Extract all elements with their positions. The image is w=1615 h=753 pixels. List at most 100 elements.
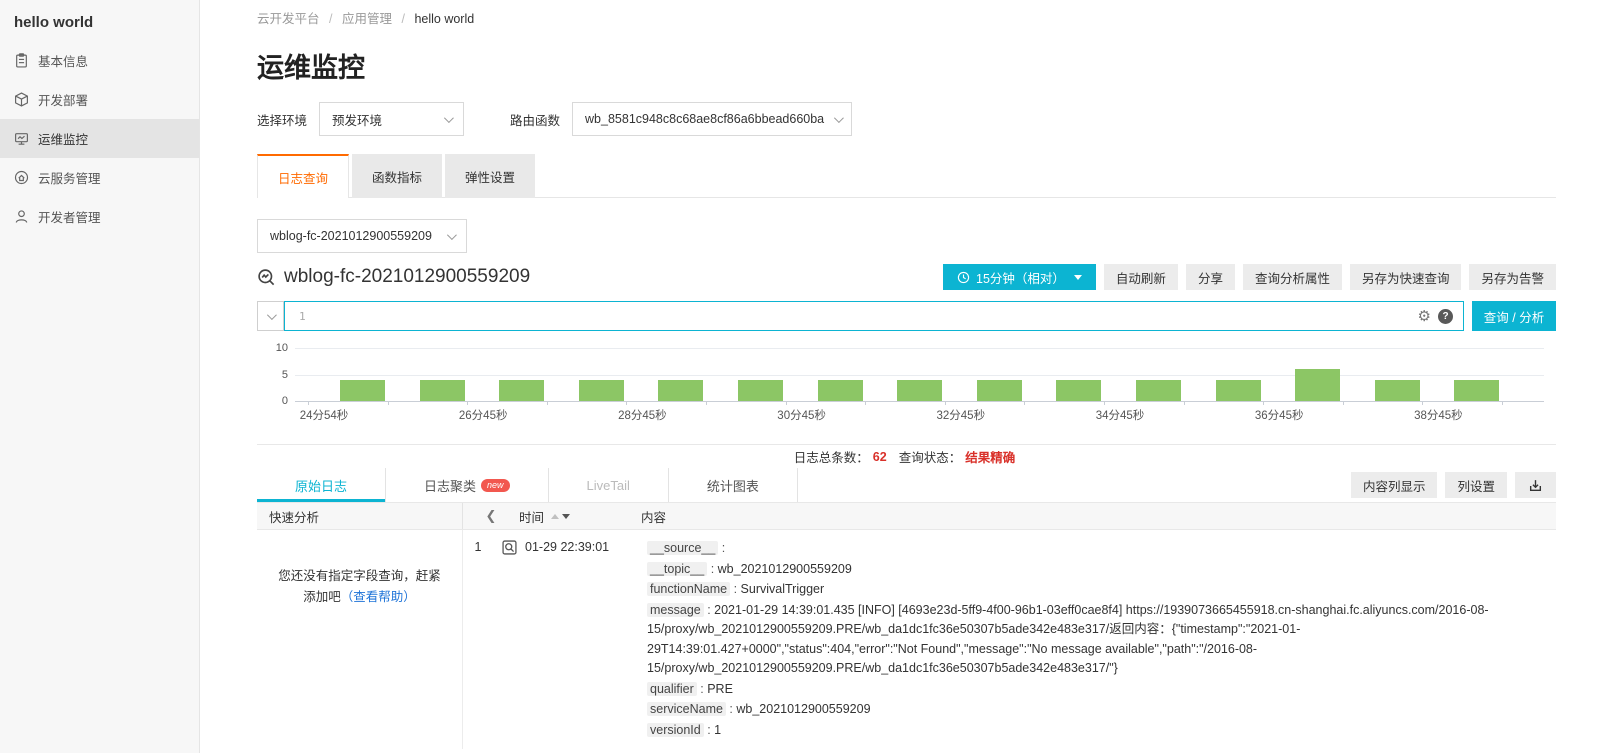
histogram-bar[interactable] xyxy=(1056,380,1101,401)
sidebar-item-label: 开发部署 xyxy=(38,90,88,109)
breadcrumb-separator: / xyxy=(401,12,404,26)
field-key[interactable]: qualifier xyxy=(647,682,697,696)
histogram-bar[interactable] xyxy=(1216,380,1261,401)
log-query-panel: wblog-fc-2021012900559209 15分钟（相对） 自动刷新 … xyxy=(257,262,1556,749)
breadcrumb-item-platform[interactable]: 云开发平台 xyxy=(257,12,320,26)
histogram-bar[interactable] xyxy=(340,380,385,401)
sort-asc-icon[interactable] xyxy=(551,514,559,519)
histogram-bar[interactable] xyxy=(1136,380,1181,401)
result-actions: 内容列显示 列设置 xyxy=(1343,472,1556,498)
time-range-button[interactable]: 15分钟（相对） xyxy=(943,264,1096,290)
x-axis-tick xyxy=(1502,401,1503,405)
query-analysis-props-button[interactable]: 查询分析属性 xyxy=(1243,264,1342,290)
histogram-bar[interactable] xyxy=(1454,380,1499,401)
search-analyze-button[interactable]: 查询 / 分析 xyxy=(1472,301,1556,331)
content-column-display-button[interactable]: 内容列显示 xyxy=(1351,472,1438,498)
save-alert-button[interactable]: 另存为告警 xyxy=(1469,264,1556,290)
result-tab-bar: 原始日志 日志聚类 new LiveTail 统计图表 内容列显示 列设置 xyxy=(257,468,1556,502)
gridline xyxy=(295,375,1544,376)
time-range-label: 15分钟（相对） xyxy=(976,268,1065,287)
sidebar-item-basic-info[interactable]: 基本信息 xyxy=(0,41,199,80)
chevron-down-icon xyxy=(267,310,277,320)
breadcrumb-separator: / xyxy=(329,12,332,26)
x-axis-tick xyxy=(1184,401,1185,405)
app-root: hello world 基本信息 开发部署 运维监控 xyxy=(0,0,1615,753)
query-state-label: 查询状态： xyxy=(899,447,962,466)
row-inspect-icon[interactable] xyxy=(502,540,517,555)
gear-icon[interactable]: ⚙ xyxy=(1418,309,1431,324)
view-help-link[interactable]: （查看帮助） xyxy=(341,590,416,604)
route-function-select[interactable]: wb_8581c948c8c68ae8cf86a6bbead660ba xyxy=(572,102,852,136)
sidebar-item-deploy[interactable]: 开发部署 xyxy=(0,80,199,119)
clipboard-icon xyxy=(14,53,29,68)
new-badge: new xyxy=(481,479,510,492)
x-axis-tick xyxy=(1104,401,1105,405)
download-icon xyxy=(1528,478,1543,493)
log-histogram-chart: 051024分54秒26分45秒28分45秒30分45秒32分45秒34分45秒… xyxy=(257,340,1556,428)
breadcrumb-item-app-management[interactable]: 应用管理 xyxy=(342,12,392,26)
x-axis-tick xyxy=(547,401,548,405)
sidebar-item-cloud-service[interactable]: 云服务管理 xyxy=(0,158,199,197)
share-button[interactable]: 分享 xyxy=(1186,264,1235,290)
x-axis-tick xyxy=(786,401,787,405)
tab-function-metrics[interactable]: 函数指标 xyxy=(352,154,442,198)
sidebar-item-monitoring[interactable]: 运维监控 xyxy=(0,119,199,158)
tab-log-clustering[interactable]: 日志聚类 new xyxy=(386,468,549,502)
histogram-bar[interactable] xyxy=(658,380,703,401)
field-key[interactable]: message xyxy=(647,603,704,617)
histogram-bar[interactable] xyxy=(977,380,1022,401)
column-settings-button[interactable]: 列设置 xyxy=(1445,472,1507,498)
x-axis-tick xyxy=(1422,401,1423,405)
chart-plot: 051024分54秒26分45秒28分45秒30分45秒32分45秒34分45秒… xyxy=(295,348,1544,402)
tab-label: LiveTail xyxy=(587,478,630,493)
env-select[interactable]: 预发环境 xyxy=(319,102,464,136)
logstore-select[interactable]: wblog-fc-2021012900559209 xyxy=(257,219,467,253)
time-header-label: 时间 xyxy=(519,507,544,526)
tab-label: 日志查询 xyxy=(278,168,328,187)
tab-statistics-chart[interactable]: 统计图表 xyxy=(669,468,798,502)
x-axis-tick xyxy=(1263,401,1264,405)
histogram-bar[interactable] xyxy=(897,380,942,401)
histogram-bar[interactable] xyxy=(579,380,624,401)
histogram-bar[interactable] xyxy=(818,380,863,401)
field-key[interactable]: functionName xyxy=(647,582,730,596)
collapse-quick-analysis-icon[interactable]: ❮ xyxy=(463,508,519,524)
field-key[interactable]: versionId xyxy=(647,723,704,737)
row-zoom-cell xyxy=(493,539,525,741)
save-quick-query-button[interactable]: 另存为快速查询 xyxy=(1350,264,1462,290)
help-icon[interactable]: ? xyxy=(1438,309,1453,324)
histogram-bar[interactable] xyxy=(1295,369,1340,401)
time-column-header[interactable]: 时间 xyxy=(519,507,641,526)
field-key[interactable]: serviceName xyxy=(647,702,726,716)
histogram-bar[interactable] xyxy=(1375,380,1420,401)
query-input[interactable]: 1 ⚙ ? xyxy=(284,301,1464,331)
x-axis-tick xyxy=(626,401,627,405)
tab-label: 统计图表 xyxy=(707,476,759,495)
tab-elastic-settings[interactable]: 弹性设置 xyxy=(445,154,535,198)
field-value: 1 xyxy=(714,723,721,737)
sidebar-item-developer[interactable]: 开发者管理 xyxy=(0,197,199,236)
route-select-value: wb_8581c948c8c68ae8cf86a6bbead660ba xyxy=(585,112,824,126)
field-key[interactable]: __topic__ xyxy=(647,562,707,576)
y-axis-tick-label: 10 xyxy=(276,342,288,354)
histogram-bar[interactable] xyxy=(499,380,544,401)
tab-raw-logs[interactable]: 原始日志 xyxy=(257,468,386,502)
filter-row: 选择环境 预发环境 路由函数 wb_8581c948c8c68ae8cf86a6… xyxy=(257,102,1556,136)
cloud-service-icon xyxy=(14,170,29,185)
histogram-bar[interactable] xyxy=(738,380,783,401)
x-axis-tick xyxy=(945,401,946,405)
tab-livetail[interactable]: LiveTail xyxy=(549,468,669,502)
download-button[interactable] xyxy=(1515,472,1556,498)
field-key[interactable]: __source__ xyxy=(647,541,718,555)
env-select-value: 预发环境 xyxy=(332,110,382,129)
quick-analysis-panel: 您还没有指定字段查询，赶紧 添加吧（查看帮助） xyxy=(257,530,463,749)
tab-log-query[interactable]: 日志查询 xyxy=(257,154,349,198)
app-title: hello world xyxy=(0,0,199,41)
x-axis-tick xyxy=(706,401,707,405)
auto-refresh-button[interactable]: 自动刷新 xyxy=(1104,264,1178,290)
tab-label: 日志聚类 xyxy=(424,476,476,495)
sort-desc-icon[interactable] xyxy=(562,514,570,519)
query-collapse-button[interactable] xyxy=(257,301,284,331)
histogram-bar[interactable] xyxy=(420,380,465,401)
env-select-label: 选择环境 xyxy=(257,110,307,129)
